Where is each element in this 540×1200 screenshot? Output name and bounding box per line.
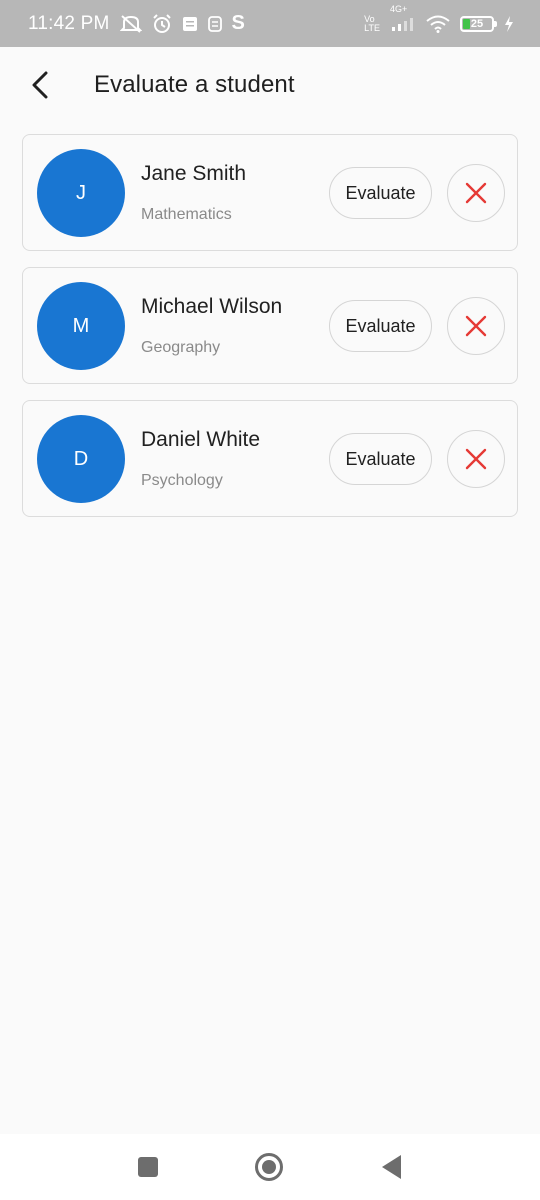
student-name: Jane Smith [141,162,247,185]
student-name: Daniel White [141,428,261,451]
student-subject: Mathematics [141,206,232,223]
avatar: J [37,149,125,237]
battery-icon: 25 [460,15,497,32]
status-bar: 11:42 PM S Vo LTE 4G+ 25 [0,0,540,47]
student-name: Michael Wilson [141,295,283,318]
avatar: M [37,282,125,370]
student-subject: Psychology [141,472,223,489]
app-bar: Evaluate a student [0,47,540,125]
recents-button[interactable] [133,1152,163,1182]
evaluate-button[interactable]: Evaluate [329,167,432,219]
close-icon [465,315,487,337]
s-app-icon: S [231,12,245,34]
remove-student-button[interactable] [447,430,505,488]
remove-student-button[interactable] [447,297,505,355]
close-icon [465,182,487,204]
wifi-icon [426,15,450,33]
page-title: Evaluate a student [94,71,295,98]
system-nav-bar [0,1134,540,1200]
student-subject: Geography [141,339,221,356]
back-nav-button[interactable] [376,1152,406,1182]
student-card: J Jane Smith Mathematics Evaluate [22,134,518,251]
arrow-back-icon [32,71,48,99]
home-button[interactable] [254,1152,284,1182]
status-time: 11:42 PM [28,12,110,34]
square-icon [138,1157,158,1177]
notes-icon [182,16,198,32]
volte-label: Vo LTE [364,13,380,33]
evaluate-button[interactable]: Evaluate [329,433,432,485]
evaluate-button[interactable]: Evaluate [329,300,432,352]
remove-student-button[interactable] [447,164,505,222]
student-card: M Michael Wilson Geography Evaluate [22,267,518,384]
avatar: D [37,415,125,503]
charging-icon [504,15,514,32]
signal-icon: 4G+ [390,4,416,32]
back-button[interactable] [22,67,58,103]
student-list: J Jane Smith Mathematics Evaluate M Mich… [22,134,518,533]
triangle-back-icon [382,1155,401,1179]
close-icon [465,448,487,470]
student-card: D Daniel White Psychology Evaluate [22,400,518,517]
mute-icon [119,14,142,34]
sim-icon [207,15,222,32]
home-circle-icon [255,1153,283,1181]
alarm-icon [152,13,172,34]
